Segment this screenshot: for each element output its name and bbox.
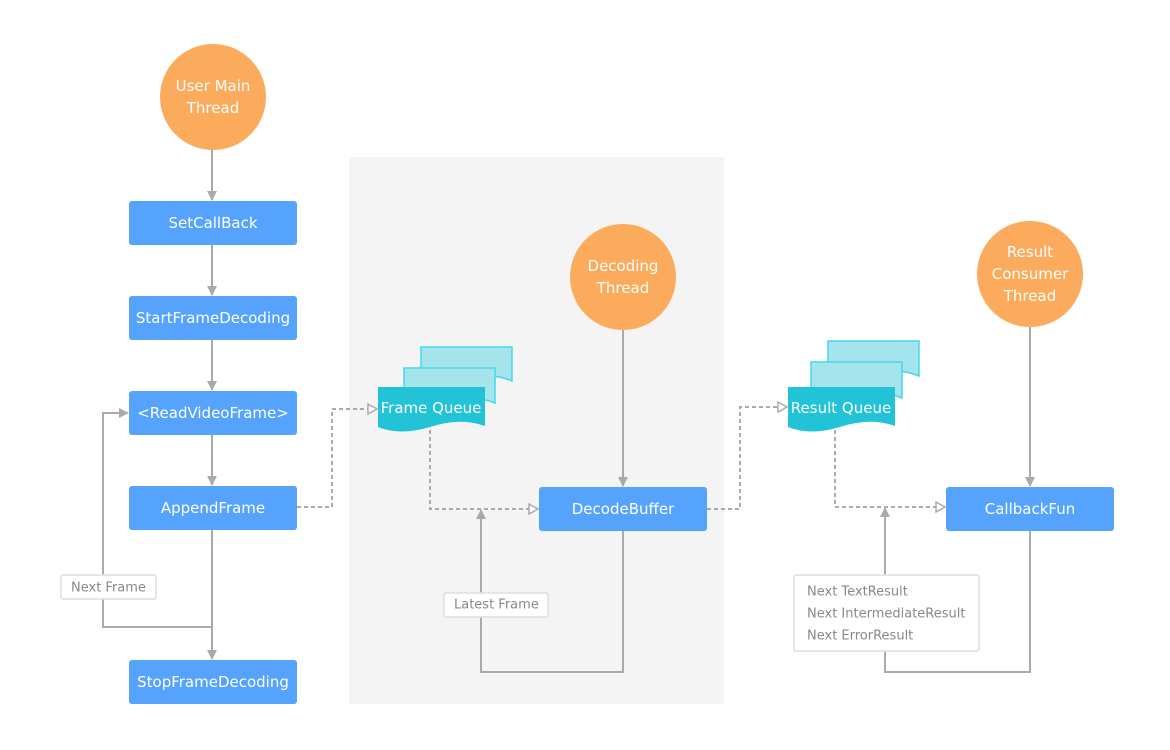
step-stop-frame-decoding: StopFrameDecoding xyxy=(129,660,297,704)
step-decode-buffer: DecodeBuffer xyxy=(539,487,707,531)
step-label: SetCallBack xyxy=(168,214,257,232)
queue-label: Frame Queue xyxy=(381,399,482,417)
next-results-label: Next TextResult Next IntermediateResult … xyxy=(793,574,980,652)
thread-user-main: User Main Thread xyxy=(160,44,266,150)
thread-label: Thread xyxy=(1003,287,1056,305)
thread-label: Result xyxy=(1007,243,1053,261)
label-text: Latest Frame xyxy=(454,598,539,613)
next-frame-label: Next Frame xyxy=(60,574,157,600)
step-set-callback: SetCallBack xyxy=(129,201,297,245)
thread-decoding: Decoding Thread xyxy=(570,224,676,330)
step-label: StartFrameDecoding xyxy=(136,309,290,327)
thread-label: User Main xyxy=(176,77,251,95)
step-label: DecodeBuffer xyxy=(572,500,675,518)
step-append-frame: AppendFrame xyxy=(129,486,297,530)
step-start-frame-decoding: StartFrameDecoding xyxy=(129,296,297,340)
latest-frame-label: Latest Frame xyxy=(443,592,549,618)
label-text: Next ErrorResult xyxy=(807,629,913,644)
thread-label: Thread xyxy=(596,279,649,297)
result-queue: Result Queue xyxy=(788,340,920,432)
thread-label: Consumer xyxy=(992,265,1069,283)
step-label: CallbackFun xyxy=(985,500,1075,518)
step-callback-fun: CallbackFun xyxy=(946,487,1114,531)
step-label: AppendFrame xyxy=(161,499,265,517)
queue-label: Result Queue xyxy=(791,399,891,417)
label-text: Next TextResult xyxy=(807,585,908,600)
label-text: Next Frame xyxy=(71,581,146,596)
step-label: <ReadVideoFrame> xyxy=(137,404,289,422)
thread-result-consumer: Result Consumer Thread xyxy=(977,221,1083,327)
thread-diagram: User Main Thread Decoding Thread Result … xyxy=(60,44,1114,704)
label-text: Next IntermediateResult xyxy=(807,607,965,622)
step-label: StopFrameDecoding xyxy=(137,673,289,691)
thread-label: Thread xyxy=(186,99,239,117)
thread-label: Decoding xyxy=(588,257,659,275)
step-read-video-frame: <ReadVideoFrame> xyxy=(129,391,297,435)
